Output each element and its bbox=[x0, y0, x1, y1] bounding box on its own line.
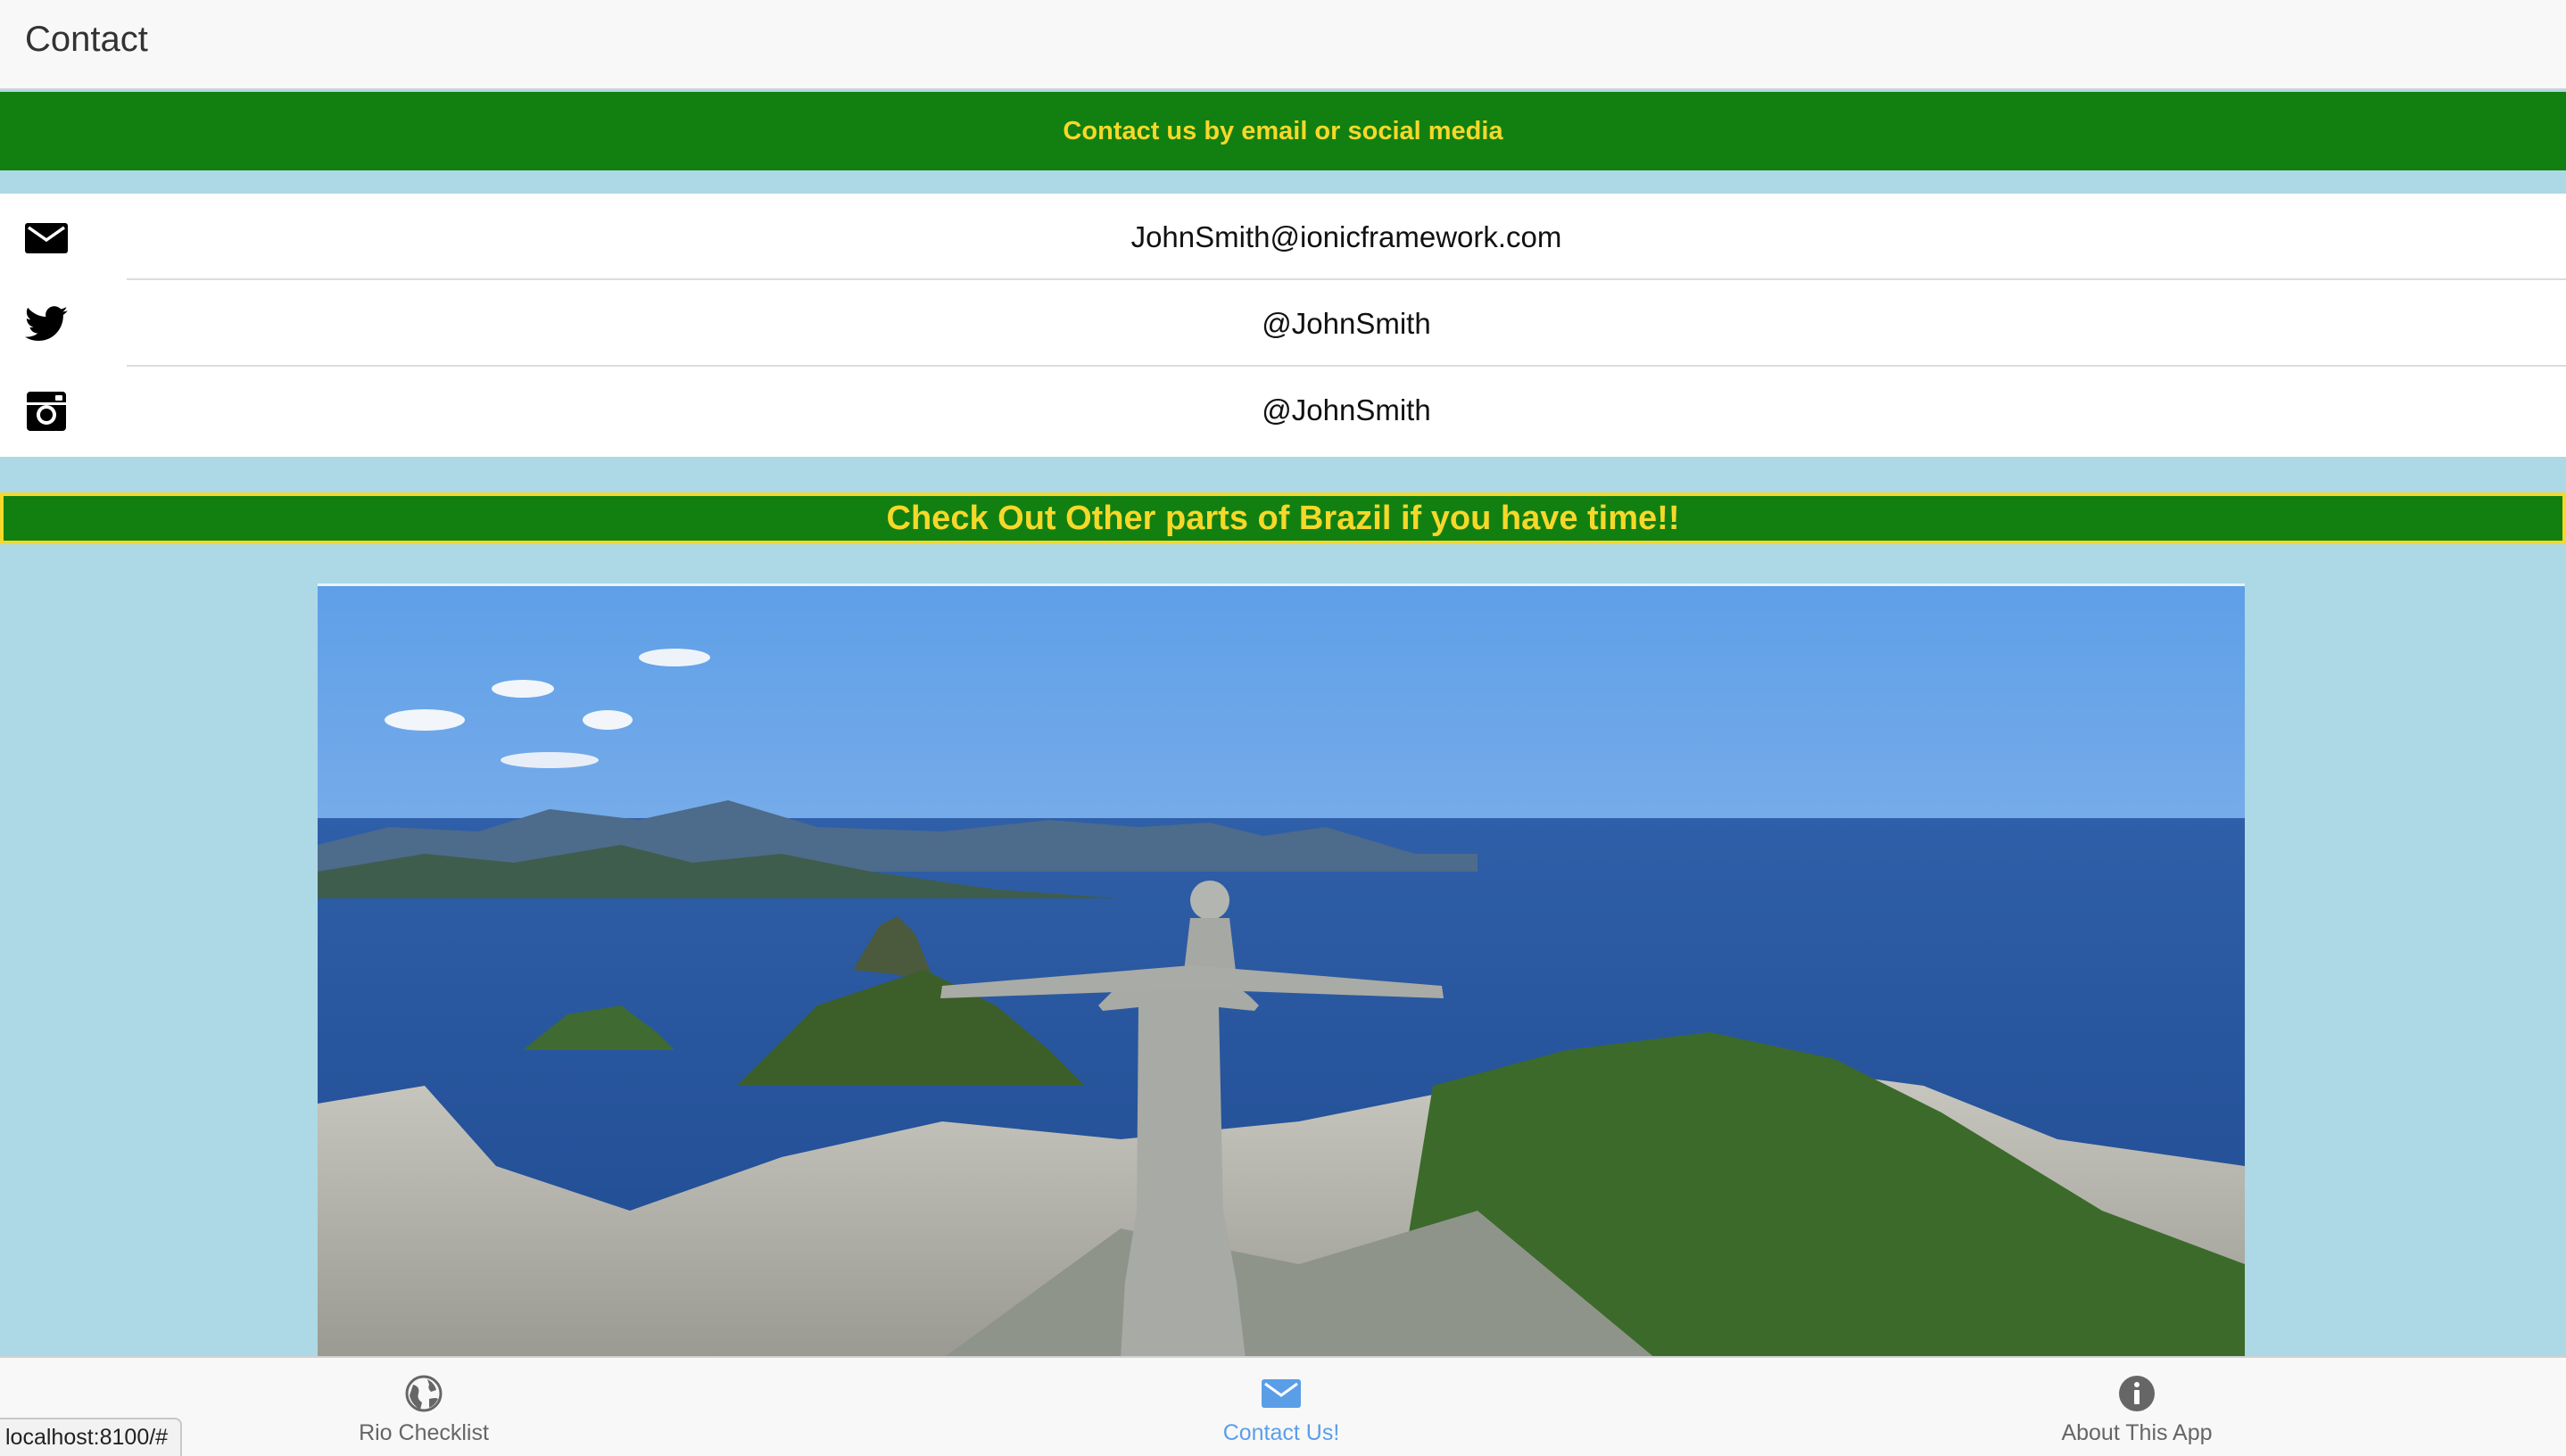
tab-label: Contact Us! bbox=[1222, 1420, 1340, 1445]
tab-about-this-app[interactable]: About This App bbox=[1958, 1358, 2315, 1456]
twitter-icon bbox=[25, 306, 68, 341]
contact-item-email[interactable]: JohnSmith@ionicframework.com bbox=[0, 194, 2566, 280]
contact-list: JohnSmith@ionicframework.com @JohnSmith … bbox=[0, 194, 2566, 457]
tab-label: About This App bbox=[2061, 1420, 2213, 1445]
promo-banner: Check Out Other parts of Brazil if you h… bbox=[0, 492, 2566, 544]
status-bar-url: localhost:8100/# bbox=[0, 1418, 183, 1456]
rio-photo bbox=[318, 583, 2245, 1356]
contact-instagram: @JohnSmith bbox=[1262, 393, 1431, 426]
tab-bar: Rio Checklist Contact Us! About This App bbox=[0, 1356, 2566, 1456]
navigation-bar: Contact bbox=[0, 0, 2566, 90]
mail-icon bbox=[25, 223, 68, 253]
app-page: Contact Contact us by email or social me… bbox=[0, 0, 2566, 1456]
contact-banner: Contact us by email or social media bbox=[0, 92, 2566, 170]
contact-twitter: @JohnSmith bbox=[1262, 306, 1431, 340]
contact-item-twitter[interactable]: @JohnSmith bbox=[0, 280, 2566, 367]
tab-label: Rio Checklist bbox=[359, 1420, 489, 1445]
contact-banner-text: Contact us by email or social media bbox=[1063, 116, 1503, 145]
rio-landscape-image bbox=[318, 586, 2245, 1356]
page-title: Contact bbox=[25, 20, 148, 59]
mail-icon bbox=[1262, 1379, 1301, 1408]
instagram-icon bbox=[27, 392, 66, 431]
globe-icon bbox=[405, 1375, 443, 1412]
tab-rio-checklist[interactable]: Rio Checklist bbox=[245, 1358, 602, 1456]
info-icon bbox=[2119, 1376, 2155, 1411]
promo-banner-text: Check Out Other parts of Brazil if you h… bbox=[886, 499, 1680, 537]
contact-item-instagram[interactable]: @JohnSmith bbox=[0, 367, 2566, 453]
tab-contact-us[interactable]: Contact Us! bbox=[1103, 1358, 1460, 1456]
contact-email: JohnSmith@ionicframework.com bbox=[1130, 219, 1562, 253]
